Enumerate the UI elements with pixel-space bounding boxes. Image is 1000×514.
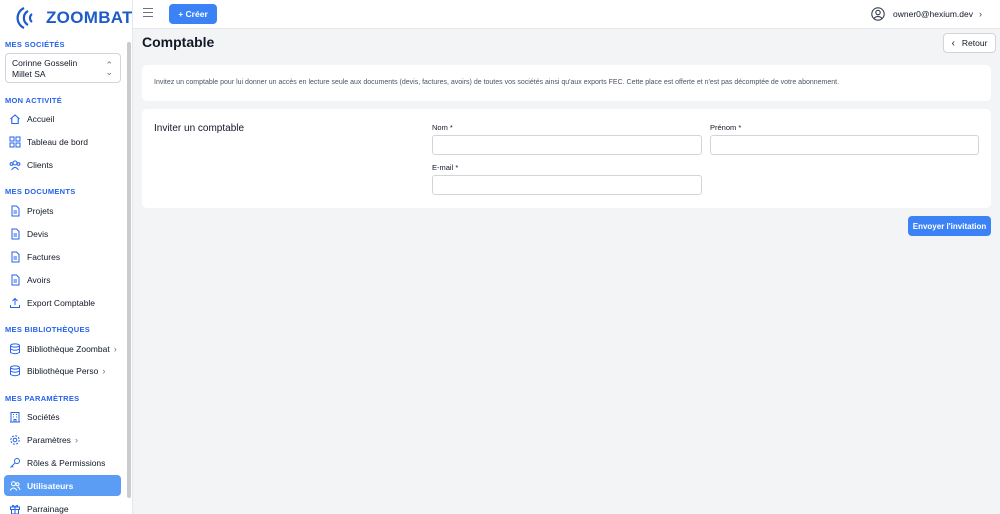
clients-icon	[9, 160, 21, 170]
sidebar-item-avoirs[interactable]: Avoirs	[4, 269, 121, 290]
gear-icon	[10, 434, 20, 445]
brand-name: ZOOMBAT	[46, 8, 133, 27]
sidebar-item-label: Devis	[27, 228, 49, 239]
section-title-societes: MES SOCIÉTÉS	[5, 40, 65, 49]
sidebar-item-label: Bibliothèque Perso	[27, 365, 99, 376]
company-selector[interactable]: Corinne Gosselin Millet SA ⌃ ⌄	[5, 53, 121, 83]
form-title: Inviter un comptable	[154, 123, 245, 134]
sidebar-item-label: Avoirs	[27, 274, 51, 285]
sidebar-item-utilisateurs[interactable]: Utilisateurs	[4, 475, 121, 496]
back-button-label: Retour	[961, 38, 988, 48]
sidebar-item-label: Export Comptable	[27, 297, 96, 308]
sidebar-item-societes[interactable]: Sociétés	[4, 406, 121, 427]
send-invitation-button[interactable]: Envoyer l'invitation	[908, 216, 991, 236]
sidebar-item-label: Sociétés	[27, 411, 60, 422]
chevron-right-icon: ›	[102, 365, 106, 376]
sidebar-item-parametres[interactable]: Paramètres ›	[4, 429, 121, 450]
company-subtitle: Millet SA	[12, 69, 46, 79]
document-icon	[11, 205, 20, 216]
user-email: owner0@hexium.dev	[893, 9, 973, 19]
prenom-label: Prénom *	[710, 123, 742, 132]
brand-logo[interactable]: ZOOMBAT	[14, 5, 133, 31]
hamburger-menu-icon[interactable]	[143, 8, 153, 18]
sidebar-item-roles-permissions[interactable]: Rôles & Permissions	[4, 452, 121, 473]
sidebar-item-devis[interactable]: Devis	[4, 223, 121, 244]
email-label: E-mail *	[432, 163, 459, 172]
database-icon	[10, 364, 20, 376]
sidebar-item-label: Projets	[27, 205, 54, 216]
sidebar-item-export-comptable[interactable]: Export Comptable	[4, 292, 121, 313]
sidebar-item-label: Accueil	[27, 113, 55, 124]
upload-icon	[10, 297, 20, 308]
sidebar-item-label: Parrainage	[27, 503, 69, 514]
sidebar: ZOOMBAT MES SOCIÉTÉS Corinne Gosselin Mi…	[0, 0, 133, 514]
top-bar: + Créer owner0@hexium.dev ›	[133, 0, 1000, 29]
sidebar-item-accueil[interactable]: Accueil	[4, 108, 121, 129]
database-icon	[10, 342, 20, 354]
sidebar-item-label: Rôles & Permissions	[27, 457, 106, 468]
sidebar-item-parrainage[interactable]: Parrainage	[4, 498, 121, 514]
zoombat-logo-icon	[16, 7, 33, 29]
document-icon	[11, 251, 20, 262]
sidebar-item-label: Factures	[27, 251, 61, 262]
document-icon	[11, 274, 20, 285]
section-title-parametres: MES PARAMÈTRES	[5, 394, 80, 403]
sidebar-item-clients[interactable]: Clients	[4, 154, 121, 175]
chevron-right-icon: ›	[979, 9, 982, 19]
email-input[interactable]	[432, 175, 702, 195]
sidebar-scrollbar[interactable]	[127, 42, 131, 498]
page-title: Comptable	[142, 34, 215, 50]
sidebar-item-label: Utilisateurs	[27, 480, 74, 491]
sidebar-item-label: Tableau de bord	[27, 136, 88, 147]
section-title-documents: MES DOCUMENTS	[5, 187, 76, 196]
sidebar-item-projets[interactable]: Projets	[4, 200, 121, 221]
chevron-right-icon: ›	[74, 434, 78, 445]
info-text: Invitez un comptable pour lui donner un …	[154, 79, 840, 86]
company-name: Corinne Gosselin	[12, 58, 78, 68]
document-icon	[11, 228, 20, 239]
nom-input[interactable]	[432, 135, 702, 155]
sidebar-item-factures[interactable]: Factures	[4, 246, 121, 267]
chevron-up-down-icon: ⌃ ⌄	[105, 60, 113, 77]
gift-icon	[10, 504, 20, 514]
prenom-input[interactable]	[710, 135, 979, 155]
sidebar-item-bibliotheque-zoombat[interactable]: Bibliothèque Zoombat ›	[4, 338, 121, 359]
users-icon	[9, 480, 21, 491]
user-avatar-icon	[871, 7, 885, 21]
chevron-left-icon: ‹	[951, 37, 955, 49]
section-title-bibliotheques: MES BIBLIOTHÈQUES	[5, 325, 91, 334]
sidebar-item-label: Clients	[27, 159, 53, 170]
section-title-activite: MON ACTIVITÉ	[5, 96, 63, 105]
sidebar-item-label: Paramètres	[27, 434, 71, 445]
building-icon	[10, 411, 20, 422]
info-card: Invitez un comptable pour lui donner un …	[142, 65, 991, 101]
user-menu[interactable]: owner0@hexium.dev ›	[871, 7, 982, 21]
nom-label: Nom *	[432, 123, 453, 132]
sidebar-item-label: Bibliothèque Zoombat	[27, 343, 110, 354]
home-icon	[10, 113, 20, 124]
sidebar-item-tableau-de-bord[interactable]: Tableau de bord	[4, 131, 121, 152]
chevron-right-icon: ›	[113, 343, 117, 354]
sidebar-item-bibliotheque-perso[interactable]: Bibliothèque Perso ›	[4, 360, 121, 381]
create-button[interactable]: + Créer	[169, 4, 217, 24]
back-button[interactable]: ‹ Retour	[943, 33, 996, 53]
dashboard-icon	[9, 136, 21, 147]
key-icon	[10, 457, 20, 468]
invite-form-card: Inviter un comptable Nom * Prénom * E-ma…	[142, 109, 991, 208]
